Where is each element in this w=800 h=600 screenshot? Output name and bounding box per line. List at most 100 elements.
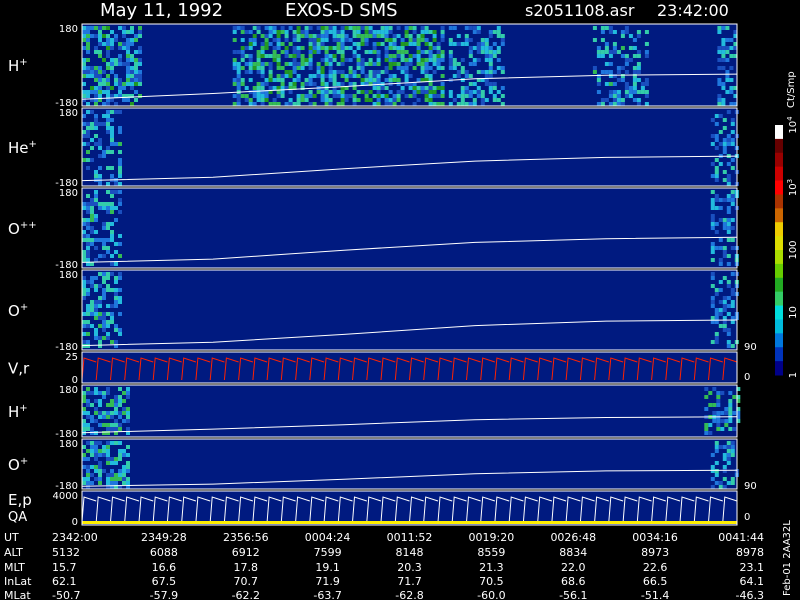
heat-cell xyxy=(500,38,505,42)
heat-cell xyxy=(717,98,722,102)
heat-cell xyxy=(232,30,237,34)
heat-cell xyxy=(86,242,90,246)
heat-cell xyxy=(376,30,381,34)
heat-cell xyxy=(448,54,453,58)
heat-cell xyxy=(126,42,130,46)
heat-cell xyxy=(118,469,122,473)
heat-cell xyxy=(86,238,90,242)
heat-cell xyxy=(256,82,261,86)
heat-cell xyxy=(730,453,735,457)
heat-cell xyxy=(86,465,90,469)
colorbar-swatch xyxy=(775,125,783,140)
heat-cell xyxy=(114,461,118,465)
heat-cell xyxy=(392,46,397,50)
heat-cell xyxy=(90,158,94,162)
panel-bg xyxy=(82,108,737,186)
heat-cell xyxy=(628,94,633,98)
heat-cell xyxy=(608,82,613,86)
heat-cell xyxy=(712,411,717,415)
heat-cell xyxy=(632,98,637,102)
heat-cell xyxy=(90,146,94,150)
heat-cell xyxy=(82,288,86,292)
heat-cell xyxy=(110,473,114,477)
heat-cell xyxy=(90,445,94,449)
heat-cell xyxy=(134,34,138,38)
heat-cell xyxy=(344,38,349,42)
heat-cell xyxy=(256,50,261,54)
heat-cell xyxy=(110,230,114,234)
heat-cell xyxy=(608,74,613,78)
heat-cell xyxy=(90,74,94,78)
heat-cell xyxy=(710,284,715,288)
heat-cell xyxy=(118,296,122,300)
colorbar-swatch xyxy=(775,305,783,320)
panel-4: 250V,r xyxy=(8,351,738,386)
heat-cell xyxy=(492,86,497,90)
heat-cell xyxy=(704,407,709,411)
heat-cell xyxy=(130,54,134,58)
heat-cell xyxy=(102,336,106,340)
heat-cell xyxy=(268,78,273,82)
heat-cell xyxy=(268,42,273,46)
heat-cell xyxy=(102,280,106,284)
ephem-cell: -50.7 xyxy=(52,589,80,600)
heat-cell xyxy=(456,42,461,46)
heat-cell xyxy=(468,62,473,66)
heat-cell xyxy=(94,170,98,174)
heat-cell xyxy=(256,58,261,62)
heat-cell xyxy=(86,457,90,461)
heat-cell xyxy=(340,94,345,98)
heat-cell xyxy=(126,58,130,62)
heat-cell xyxy=(730,292,735,296)
heat-cell xyxy=(90,419,94,423)
heat-cell xyxy=(126,54,130,58)
heat-cell xyxy=(632,86,637,90)
heat-cell xyxy=(296,66,301,70)
heat-cell xyxy=(428,54,433,58)
heat-cell xyxy=(114,110,118,114)
heat-cell xyxy=(82,134,86,138)
heat-cell xyxy=(644,30,649,34)
heat-cell xyxy=(300,66,305,70)
heat-cell xyxy=(304,30,309,34)
heat-cell xyxy=(432,34,437,38)
heat-cell xyxy=(94,122,98,126)
heat-cell xyxy=(718,206,723,210)
heat-cell xyxy=(134,70,138,74)
colorbar-swatch xyxy=(775,194,783,209)
heat-cell xyxy=(248,30,253,34)
heat-cell xyxy=(352,30,357,34)
heat-cell xyxy=(284,70,289,74)
heat-cell xyxy=(94,214,98,218)
heat-cell xyxy=(380,42,385,46)
colorbar-swatch xyxy=(775,291,783,307)
heat-cell xyxy=(102,445,106,449)
heat-cell xyxy=(244,46,249,50)
heat-cell xyxy=(320,82,325,86)
heat-cell xyxy=(408,86,413,90)
heat-cell xyxy=(102,272,106,276)
heat-cell xyxy=(448,94,453,98)
heat-cell xyxy=(724,407,729,411)
heat-cell xyxy=(725,26,730,30)
heat-cell xyxy=(624,94,629,98)
heat-cell xyxy=(102,449,106,453)
heat-cell xyxy=(98,324,102,328)
heat-cell xyxy=(328,30,333,34)
heat-cell xyxy=(300,98,305,102)
heat-cell xyxy=(240,94,245,98)
heat-cell xyxy=(126,74,130,78)
heat-cell xyxy=(384,46,389,50)
heat-cell xyxy=(82,292,86,296)
heat-cell xyxy=(118,174,122,178)
heat-cell xyxy=(604,26,609,30)
heat-cell xyxy=(456,102,461,106)
heat-cell xyxy=(488,90,493,94)
heat-cell xyxy=(284,54,289,58)
heat-cell xyxy=(729,86,734,90)
heat-cell xyxy=(122,453,126,457)
panel-label: O+ xyxy=(8,456,28,474)
heat-cell xyxy=(717,82,722,86)
heat-cell xyxy=(624,62,629,66)
heat-cell xyxy=(728,403,733,407)
